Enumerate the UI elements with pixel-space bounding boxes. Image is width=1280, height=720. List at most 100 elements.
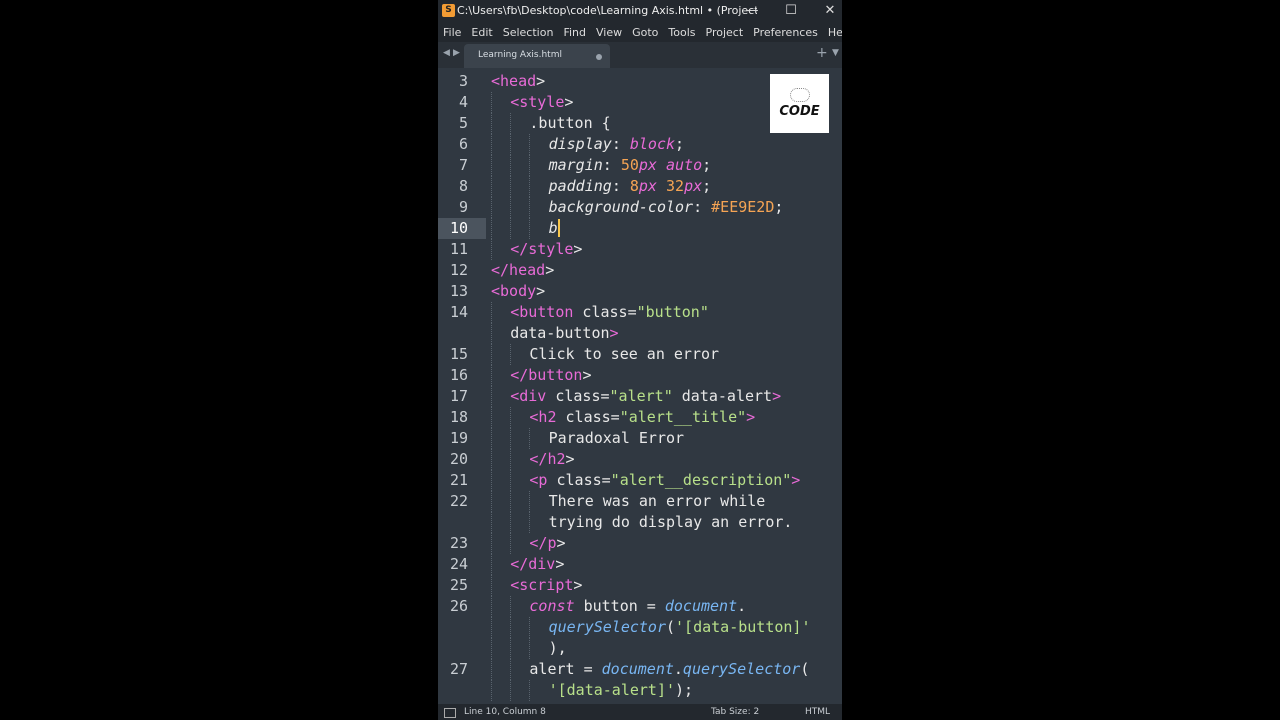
menu-preferences[interactable]: Preferences: [748, 26, 823, 39]
indent-guide: [510, 617, 512, 638]
code-text: </h2>: [529, 450, 575, 468]
tab-back-icon[interactable]: ◀: [443, 48, 450, 58]
code-line[interactable]: 8 padding: 8px 32px;: [438, 176, 842, 197]
menu-goto[interactable]: Goto: [627, 26, 663, 39]
tab-size[interactable]: Tab Size: 2: [711, 707, 759, 717]
menu-edit[interactable]: Edit: [466, 26, 497, 39]
indent-guide: [510, 113, 512, 134]
indent-guide: [510, 596, 512, 617]
indent-guide: [510, 512, 512, 533]
indent-guide: [510, 344, 512, 365]
indent-guide: [491, 512, 493, 533]
minimize-button[interactable]: —: [740, 2, 764, 20]
line-number: 19: [449, 429, 468, 447]
cursor-position[interactable]: Line 10, Column 8: [464, 707, 546, 717]
code-text: <div class="alert" data-alert>: [510, 387, 782, 405]
code-line[interactable]: '[data-alert]');: [438, 680, 842, 701]
code-line[interactable]: 4 <style>: [438, 92, 842, 113]
indent-guide: [529, 428, 531, 449]
indent-guide: [510, 218, 512, 239]
indent-guide: [510, 680, 512, 701]
indent-guide: [510, 176, 512, 197]
line-number: 5: [458, 114, 468, 132]
menu-find[interactable]: Find: [558, 26, 591, 39]
code-text: b: [548, 219, 560, 237]
indent-guide: [491, 365, 493, 386]
code-text: <h2 class="alert__title">: [529, 408, 756, 426]
code-line[interactable]: 25 <script>: [438, 575, 842, 596]
code-editor[interactable]: CODE 3 <head> 4 <style> 5 .button {6 display: …: [438, 68, 842, 704]
code-line[interactable]: 22 There was an error while: [438, 491, 842, 512]
indent-guide: [491, 323, 493, 344]
code-text: querySelector('[data-button]': [548, 618, 811, 636]
code-line[interactable]: 27 alert = document.querySelector(: [438, 659, 842, 680]
line-number: 17: [449, 387, 468, 405]
code-line[interactable]: 12 </head>: [438, 260, 842, 281]
code-line[interactable]: 24 </div>: [438, 554, 842, 575]
code-line[interactable]: trying do display an error.: [438, 512, 842, 533]
code-line[interactable]: 7 margin: 50px auto;: [438, 155, 842, 176]
indent-guide: [529, 197, 531, 218]
line-number: 9: [458, 198, 468, 216]
indent-guide: [491, 659, 493, 680]
menu-tools[interactable]: Tools: [663, 26, 700, 39]
code-line[interactable]: 20 </h2>: [438, 449, 842, 470]
indent-guide: [491, 575, 493, 596]
code-text: .button {: [529, 114, 611, 132]
code-line[interactable]: 18 <h2 class="alert__title">: [438, 407, 842, 428]
code-line[interactable]: 6 display: block;: [438, 134, 842, 155]
panel-toggle-icon[interactable]: [444, 708, 456, 718]
tab-learning-axis[interactable]: Learning Axis.html: [464, 44, 610, 68]
code-line[interactable]: 17 <div class="alert" data-alert>: [438, 386, 842, 407]
code-line[interactable]: 14 <button class="button": [438, 302, 842, 323]
indent-guide: [491, 491, 493, 512]
code-text: background-color: #EE9E2D;: [548, 198, 784, 216]
code-line[interactable]: data-button>: [438, 323, 842, 344]
indent-guide: [491, 344, 493, 365]
window-title: C:\Users\fb\Desktop\code\Learning Axis.h…: [457, 4, 757, 17]
indent-guide: [529, 176, 531, 197]
indent-guide: [491, 407, 493, 428]
indent-guide: [529, 512, 531, 533]
code-line[interactable]: 5 .button {: [438, 113, 842, 134]
code-line[interactable]: 16 </button>: [438, 365, 842, 386]
indent-guide: [529, 155, 531, 176]
indent-guide: [491, 596, 493, 617]
indent-guide: [491, 428, 493, 449]
syntax-mode[interactable]: HTML: [805, 707, 830, 717]
menu-file[interactable]: File: [438, 26, 466, 39]
line-number: [438, 323, 486, 344]
unsaved-dot-icon[interactable]: [596, 54, 602, 60]
line-number: 10: [438, 218, 486, 239]
menu-selection[interactable]: Selection: [498, 26, 559, 39]
close-button[interactable]: ✕: [818, 2, 842, 20]
code-line[interactable]: 26 const button = document.: [438, 596, 842, 617]
indent-guide: [510, 407, 512, 428]
line-number: 24: [449, 555, 468, 573]
menu-view[interactable]: View: [591, 26, 627, 39]
code-line[interactable]: 10 b: [438, 218, 842, 239]
line-number: [438, 512, 486, 533]
indent-guide: [529, 218, 531, 239]
code-line[interactable]: 11 </style>: [438, 239, 842, 260]
menu-help[interactable]: Help: [823, 26, 842, 39]
line-number: 26: [449, 597, 468, 615]
code-line[interactable]: 21 <p class="alert__description">: [438, 470, 842, 491]
indent-guide: [491, 218, 493, 239]
code-line[interactable]: 13 <body>: [438, 281, 842, 302]
code-line[interactable]: 23 </p>: [438, 533, 842, 554]
menu-project[interactable]: Project: [701, 26, 749, 39]
code-line[interactable]: 3 <head>: [438, 71, 842, 92]
indent-guide: [491, 302, 493, 323]
code-line[interactable]: 19 Paradoxal Error: [438, 428, 842, 449]
indent-guide: [491, 554, 493, 575]
tab-forward-icon[interactable]: ▶: [453, 48, 460, 58]
maximize-button[interactable]: ☐: [779, 2, 803, 20]
code-line[interactable]: querySelector('[data-button]': [438, 617, 842, 638]
code-line[interactable]: 15 Click to see an error: [438, 344, 842, 365]
new-tab-icon[interactable]: +: [816, 45, 828, 61]
indent-guide: [510, 659, 512, 680]
code-line[interactable]: ),: [438, 638, 842, 659]
tab-menu-icon[interactable]: ▼: [832, 48, 839, 58]
code-line[interactable]: 9 background-color: #EE9E2D;: [438, 197, 842, 218]
